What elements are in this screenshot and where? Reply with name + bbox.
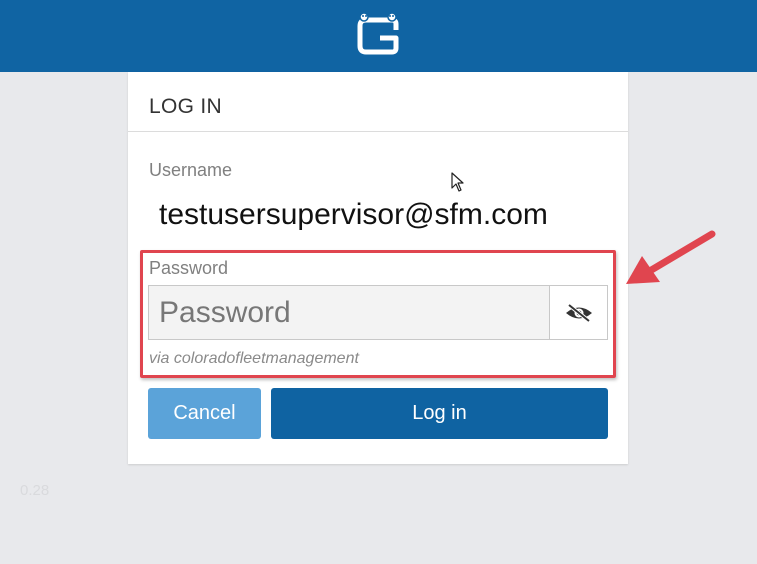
login-source-text: via coloradofleetmanagement (149, 350, 359, 367)
version-text: 0.28 (20, 482, 50, 499)
login-button[interactable]: Log in (271, 388, 608, 439)
password-label: Password (149, 258, 229, 278)
cancel-button[interactable]: Cancel (148, 388, 261, 439)
card-header: LOG IN (128, 72, 628, 132)
login-card: LOG IN Username testusersupervisor@sfm.c… (128, 72, 628, 464)
login-page: LOG IN Username testusersupervisor@sfm.c… (0, 0, 757, 564)
annotation-arrow-icon (626, 230, 716, 284)
eye-slash-icon (565, 302, 592, 323)
top-bar (0, 0, 757, 72)
login-title: LOG IN (149, 95, 222, 118)
password-visibility-toggle[interactable] (549, 285, 608, 340)
username-value: testusersupervisor@sfm.com (159, 198, 548, 231)
mouse-cursor-icon (451, 172, 464, 192)
password-input[interactable] (148, 285, 549, 340)
g-logo-icon (357, 12, 399, 55)
username-label: Username (149, 160, 233, 180)
